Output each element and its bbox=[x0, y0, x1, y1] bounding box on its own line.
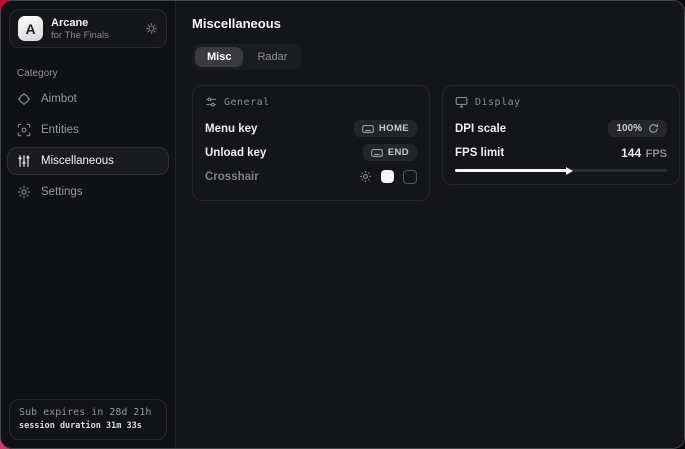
display-card-title: Display bbox=[475, 97, 521, 108]
main-content: Miscellaneous Misc Radar General bbox=[176, 1, 685, 448]
display-card: Display DPI scale 100% bbox=[442, 85, 680, 185]
dpi-scale-value: 100% bbox=[616, 123, 642, 134]
sidebar-item-miscellaneous[interactable]: Miscellaneous bbox=[7, 147, 169, 175]
dpi-scale-row: DPI scale 100% bbox=[455, 117, 667, 140]
fps-slider-thumb[interactable] bbox=[566, 167, 573, 175]
fps-limit-slider[interactable] bbox=[455, 169, 667, 172]
subscription-info-box: Sub expires in 28d 21h session duration … bbox=[9, 399, 167, 440]
sidebar-item-entities[interactable]: Entities bbox=[7, 116, 169, 144]
menu-key-label: Menu key bbox=[205, 123, 257, 135]
monitor-icon bbox=[455, 96, 468, 108]
scan-icon bbox=[17, 123, 31, 137]
crosshair-checkbox[interactable] bbox=[403, 170, 417, 184]
dpi-scale-label: DPI scale bbox=[455, 123, 506, 135]
crosshair-settings-gear-icon[interactable] bbox=[359, 170, 372, 183]
crosshair-row: Crosshair bbox=[205, 165, 417, 188]
tab-radar[interactable]: Radar bbox=[245, 47, 299, 67]
keyboard-icon bbox=[362, 124, 374, 134]
cards-row: General Menu key HOME bbox=[192, 85, 680, 201]
fps-limit-label: FPS limit bbox=[455, 147, 504, 159]
dpi-scale-badge[interactable]: 100% bbox=[608, 120, 667, 137]
unload-key-binding[interactable]: END bbox=[363, 144, 417, 161]
sidebar-nav: Aimbot Entities Miscel bbox=[1, 85, 175, 206]
fps-limit-value: 144 FPS bbox=[621, 144, 667, 162]
gear-icon bbox=[17, 185, 31, 199]
unload-key-label: Unload key bbox=[205, 147, 266, 159]
fps-limit-row: FPS limit 144 FPS bbox=[455, 141, 667, 164]
sync-icon[interactable] bbox=[145, 22, 158, 35]
tab-misc[interactable]: Misc bbox=[195, 47, 243, 67]
general-card-title: General bbox=[224, 97, 270, 108]
sliders-icon bbox=[17, 154, 31, 168]
sidebar-item-label: Entities bbox=[41, 124, 79, 136]
general-card-header: General bbox=[205, 96, 417, 108]
menu-key-binding[interactable]: HOME bbox=[354, 120, 417, 137]
crosshair-controls bbox=[359, 170, 417, 184]
crosshair-color-swatch[interactable] bbox=[381, 170, 394, 183]
sidebar-item-label: Aimbot bbox=[41, 93, 77, 105]
category-label: Category bbox=[17, 68, 175, 79]
crosshair-icon bbox=[17, 92, 31, 106]
arcane-window: A Arcane for The Finals Category bbox=[0, 0, 685, 449]
sidebar-item-label: Settings bbox=[41, 186, 83, 198]
general-card: General Menu key HOME bbox=[192, 85, 430, 201]
tab-bar: Misc Radar bbox=[192, 44, 302, 70]
sidebar-item-aimbot[interactable]: Aimbot bbox=[7, 85, 169, 113]
unload-key-value: END bbox=[388, 147, 409, 158]
unload-key-row: Unload key END bbox=[205, 141, 417, 164]
page-title: Miscellaneous bbox=[192, 16, 680, 31]
fps-slider-fill bbox=[455, 169, 569, 172]
brand-box: A Arcane for The Finals bbox=[9, 9, 167, 48]
sub-expiry-text: Sub expires in 28d 21h bbox=[19, 407, 157, 418]
sidebar-item-label: Miscellaneous bbox=[41, 155, 114, 167]
brand-subtitle: for The Finals bbox=[51, 30, 109, 41]
display-card-header: Display bbox=[455, 96, 667, 108]
menu-key-row: Menu key HOME bbox=[205, 117, 417, 140]
sidebar-item-settings[interactable]: Settings bbox=[7, 178, 169, 206]
session-duration-text: session duration 31m 33s bbox=[19, 421, 157, 431]
menu-key-value: HOME bbox=[379, 123, 409, 134]
sidebar: A Arcane for The Finals Category bbox=[1, 1, 176, 448]
refresh-icon[interactable] bbox=[648, 123, 659, 134]
brand-logo: A bbox=[18, 16, 43, 41]
brand-title: Arcane bbox=[51, 17, 109, 29]
keyboard-icon bbox=[371, 148, 383, 158]
brand-text: Arcane for The Finals bbox=[51, 17, 109, 41]
sliders-horizontal-icon bbox=[205, 96, 217, 108]
crosshair-label: Crosshair bbox=[205, 171, 259, 183]
